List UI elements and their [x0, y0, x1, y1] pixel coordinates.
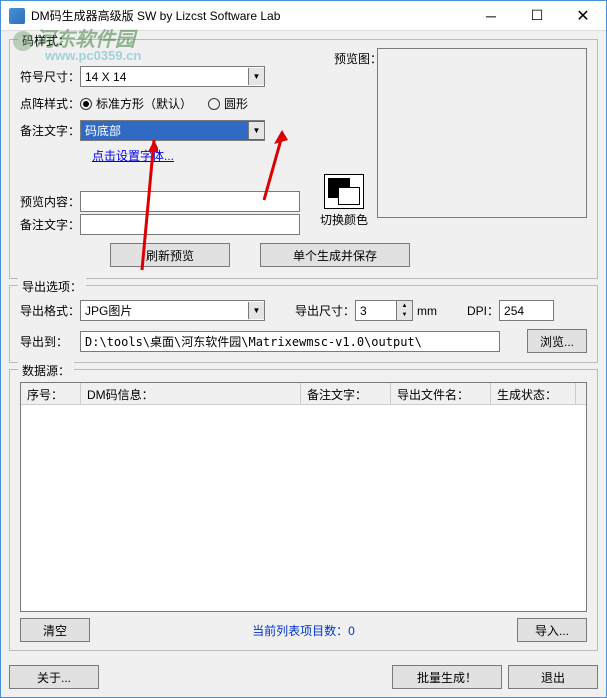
size-label: 导出尺寸：: [295, 302, 355, 319]
size-spinner[interactable]: ▲▼: [355, 300, 413, 321]
dropdown-arrow-icon: ▼: [248, 122, 264, 139]
table-column-header[interactable]: 备注文字：: [301, 383, 391, 404]
color-white-swatch: [338, 187, 360, 205]
style-groupbox: 码样式： 预览图： 符号尺寸： 14 X 14 ▼ 点阵样式： 标准方形（默认）: [9, 39, 598, 279]
symbol-size-value: 14 X 14: [85, 70, 126, 84]
style-legend: 码样式：: [18, 32, 74, 49]
format-label: 导出格式：: [20, 302, 80, 319]
format-value: JPG图片: [85, 302, 132, 319]
size-unit: mm: [417, 304, 437, 318]
preview-box: [377, 48, 587, 218]
table-body: [21, 405, 586, 611]
clear-button[interactable]: 清空: [20, 618, 90, 642]
table-column-header[interactable]: 生成状态：: [491, 383, 576, 404]
radio-circle-label: 圆形: [224, 95, 248, 112]
dropdown-arrow-icon: ▼: [248, 68, 264, 85]
export-legend: 导出选项：: [18, 278, 86, 295]
main-window: DM码生成器高级版 SW by Lizcst Software Lab ─ ☐ …: [0, 0, 607, 698]
export-groupbox: 导出选项： 导出格式： JPG图片 ▼ 导出尺寸： ▲▼ mm DPI： 254…: [9, 285, 598, 363]
exit-button[interactable]: 退出: [508, 665, 598, 689]
count-value: 0: [348, 624, 355, 638]
spin-up-icon[interactable]: ▲: [397, 301, 412, 311]
titlebar: DM码生成器高级版 SW by Lizcst Software Lab ─ ☐ …: [1, 1, 606, 31]
single-generate-button[interactable]: 单个生成并保存: [260, 243, 410, 267]
table-column-header[interactable]: 序号：: [21, 383, 81, 404]
radio-square[interactable]: 标准方形（默认）: [80, 95, 192, 112]
batch-generate-button[interactable]: 批量生成！: [392, 665, 502, 689]
remark-pos-label: 备注文字：: [20, 122, 80, 139]
spin-down-icon[interactable]: ▼: [397, 311, 412, 321]
remark-pos-combo[interactable]: 码底部 ▼: [80, 120, 265, 141]
symbol-size-combo[interactable]: 14 X 14 ▼: [80, 66, 265, 87]
count-label: 当前列表项目数：: [252, 624, 348, 638]
color-swap-label: 切换颜色: [320, 211, 368, 228]
size-value[interactable]: [356, 301, 396, 320]
about-button[interactable]: 关于...: [9, 665, 99, 689]
preview-content-input[interactable]: [80, 191, 300, 212]
remark-pos-value: 码底部: [85, 122, 121, 139]
dropdown-arrow-icon: ▼: [248, 302, 264, 319]
dpi-label: DPI：: [467, 302, 499, 319]
preview-content-label: 预览内容：: [20, 193, 80, 210]
minimize-button[interactable]: ─: [468, 1, 514, 31]
maximize-button[interactable]: ☐: [514, 1, 560, 31]
browse-button[interactable]: 浏览...: [527, 329, 587, 353]
font-settings-link[interactable]: 点击设置字体...: [92, 147, 174, 164]
path-label: 导出到：: [20, 333, 80, 350]
radio-circle[interactable]: 圆形: [208, 95, 248, 112]
refresh-preview-button[interactable]: 刷新预览: [110, 243, 230, 267]
app-icon: [9, 8, 25, 24]
data-groupbox: 数据源： 序号：DM码信息：备注文字：导出文件名：生成状态： 清空 当前列表项目…: [9, 369, 598, 651]
format-combo[interactable]: JPG图片 ▼: [80, 300, 265, 321]
data-legend: 数据源：: [18, 362, 74, 379]
symbol-size-label: 符号尺寸：: [20, 68, 80, 85]
dpi-input[interactable]: 254: [499, 300, 554, 321]
table-column-header[interactable]: 导出文件名：: [391, 383, 491, 404]
radio-square-label: 标准方形（默认）: [96, 95, 192, 112]
remark-text-label: 备注文字：: [20, 216, 80, 233]
radio-dot-icon: [80, 98, 92, 110]
table-column-header[interactable]: DM码信息：: [81, 383, 301, 404]
table-header: 序号：DM码信息：备注文字：导出文件名：生成状态：: [21, 383, 586, 405]
footer: 关于... 批量生成！ 退出: [1, 659, 606, 697]
close-button[interactable]: ✕: [560, 1, 606, 31]
window-title: DM码生成器高级版 SW by Lizcst Software Lab: [31, 7, 468, 24]
import-button[interactable]: 导入...: [517, 618, 587, 642]
remark-text-input[interactable]: [80, 214, 300, 235]
path-input[interactable]: D:\tools\桌面\河东软件园\Matrixewmsc-v1.0\outpu…: [80, 331, 500, 352]
data-table[interactable]: 序号：DM码信息：备注文字：导出文件名：生成状态：: [20, 382, 587, 612]
color-swap-button[interactable]: [324, 174, 364, 209]
dot-style-label: 点阵样式：: [20, 95, 80, 112]
radio-dot-icon: [208, 98, 220, 110]
